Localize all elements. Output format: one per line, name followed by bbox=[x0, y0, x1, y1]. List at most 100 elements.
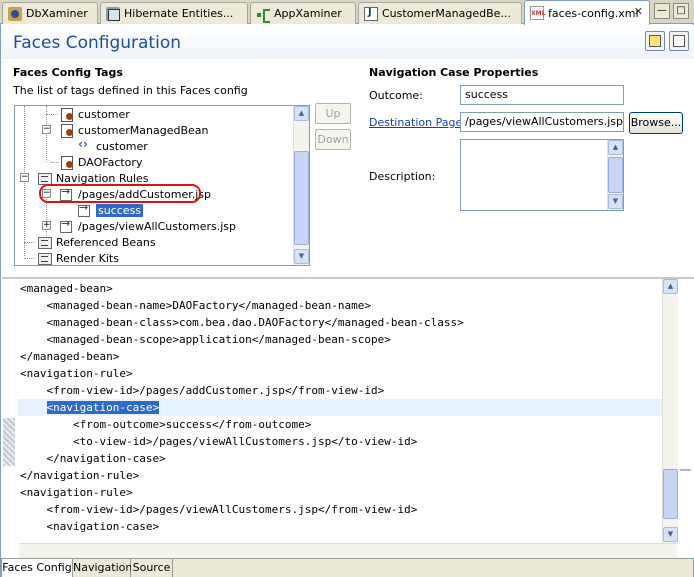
tree-item-referenced-beans[interactable]: Referenced Beans bbox=[37, 234, 156, 250]
code-line[interactable]: <navigation-case> bbox=[20, 518, 159, 535]
code-line-selected[interactable]: <navigation-case> bbox=[20, 399, 160, 416]
tree-item-label: customerManagedBean bbox=[78, 123, 209, 137]
tree-item-customer-property[interactable]: customer bbox=[77, 137, 148, 154]
scroll-up-icon[interactable]: ▲ bbox=[294, 106, 309, 121]
outcome-field[interactable]: success bbox=[460, 85, 624, 105]
page-title: Faces Configuration bbox=[13, 33, 181, 53]
code-line[interactable]: <from-outcome>success</from-outcome> bbox=[20, 416, 311, 433]
xml-source-pane[interactable]: <managed-bean> <managed-bean-name>DAOFac… bbox=[2, 279, 694, 558]
folder-icon bbox=[37, 251, 53, 265]
tab-customer-managed-bean[interactable]: CustomerManagedBe... bbox=[358, 2, 522, 24]
tab-faces-config-page[interactable]: Faces Config bbox=[1, 559, 73, 577]
maximize-button[interactable]: □ bbox=[673, 3, 689, 19]
form-header: Faces Configuration bbox=[2, 25, 694, 59]
tree-connector bbox=[24, 242, 34, 243]
collapse-icon[interactable]: − bbox=[20, 173, 29, 182]
destination-page-field[interactable]: /pages/viewAllCustomers.jsp bbox=[460, 112, 624, 132]
tree-item-label: DAOFactory bbox=[78, 155, 143, 169]
code-line[interactable]: </managed-bean> bbox=[20, 348, 119, 365]
toggle-layout-button[interactable] bbox=[645, 31, 665, 51]
selected-text[interactable]: <navigation-case> bbox=[46, 401, 160, 414]
database-icon bbox=[8, 6, 22, 21]
properties-section-title: Navigation Case Properties bbox=[369, 66, 539, 79]
code-line[interactable]: <from-view-id>/pages/addCustomer.jsp</fr… bbox=[20, 382, 384, 399]
tab-label: Hibernate Entities... bbox=[124, 7, 234, 20]
browse-button[interactable]: Browse... bbox=[629, 112, 683, 134]
code-line[interactable]: <navigation-rule> bbox=[20, 484, 133, 501]
faces-config-editor: Faces Configuration Faces Config Tags Th… bbox=[0, 24, 694, 577]
tree-item-customer-bean[interactable]: customer bbox=[59, 106, 130, 122]
scrollbar-thumb[interactable] bbox=[608, 157, 623, 193]
tab-faces-config[interactable]: faces-config.xml ✕ bbox=[524, 0, 650, 25]
minimize-button[interactable]: — bbox=[654, 3, 670, 19]
tree-item-label: success bbox=[96, 203, 144, 217]
tree-item-success-case[interactable]: success bbox=[77, 201, 144, 218]
hibernate-icon bbox=[106, 6, 120, 21]
editor-tab-strip: DbXaminer Hibernate Entities... AppXamin… bbox=[0, 0, 694, 25]
split-view-button[interactable] bbox=[669, 31, 689, 51]
tab-source-page[interactable]: Source bbox=[131, 559, 173, 577]
faces-config-form: Faces Configuration Faces Config Tags Th… bbox=[2, 25, 694, 278]
app-graph-icon bbox=[256, 7, 270, 23]
bean-icon bbox=[59, 123, 75, 138]
expand-icon[interactable]: + bbox=[42, 221, 51, 230]
code-line[interactable]: <navigation-rule> bbox=[20, 365, 133, 382]
tree-item-render-kits[interactable]: Render Kits bbox=[37, 250, 119, 265]
close-icon[interactable]: ✕ bbox=[634, 5, 643, 18]
xml-file-icon bbox=[530, 6, 545, 20]
tab-dbxaminer[interactable]: DbXaminer bbox=[2, 2, 98, 24]
code-line[interactable]: </navigation-case> bbox=[20, 450, 165, 467]
description-scrollbar[interactable]: ▲ ▼ bbox=[607, 140, 623, 210]
tab-appxaminer[interactable]: AppXaminer bbox=[250, 2, 356, 24]
code-line[interactable]: <managed-bean-name>DAOFactory</managed-b… bbox=[20, 297, 371, 314]
tree-item-view-all-customers-rule[interactable]: /pages/viewAllCustomers.jsp bbox=[59, 217, 236, 234]
code-line[interactable]: <from-view-id>/pages/viewAllCustomers.js… bbox=[20, 501, 417, 518]
code-line[interactable]: <managed-bean> bbox=[20, 280, 113, 297]
overview-ruler[interactable] bbox=[678, 279, 693, 544]
tab-label: CustomerManagedBe... bbox=[382, 7, 511, 20]
destination-page-link[interactable]: Destination Page: bbox=[369, 116, 466, 129]
navigation-case-icon bbox=[77, 201, 93, 217]
code-line[interactable]: <managed-bean-class>com.bea.dao.DAOFacto… bbox=[20, 314, 463, 331]
source-horizontal-scrollbar[interactable] bbox=[19, 543, 677, 558]
scroll-up-icon[interactable]: ▲ bbox=[663, 279, 678, 294]
scrollbar-thumb[interactable] bbox=[663, 469, 678, 519]
navigation-rule-icon bbox=[59, 217, 75, 233]
highlight-annotation bbox=[39, 184, 201, 203]
code-line[interactable]: <to-view-id>/pages/viewAllCustomers.jsp<… bbox=[20, 433, 417, 450]
scroll-down-icon[interactable]: ▼ bbox=[663, 527, 678, 542]
description-field[interactable]: ▲ ▼ bbox=[460, 139, 624, 211]
source-vertical-scrollbar[interactable]: ▲ ▼ bbox=[662, 279, 678, 544]
move-down-button[interactable]: Down bbox=[315, 129, 351, 150]
move-up-button[interactable]: Up bbox=[315, 103, 351, 124]
bean-icon bbox=[59, 155, 75, 170]
tags-section-title: Faces Config Tags bbox=[13, 66, 123, 79]
scrollbar-thumb[interactable] bbox=[294, 151, 309, 245]
tree-item-label: Render Kits bbox=[56, 251, 119, 265]
description-label: Description: bbox=[369, 170, 436, 183]
scroll-down-icon[interactable]: ▼ bbox=[294, 249, 309, 264]
tree-connector bbox=[51, 162, 59, 163]
tree-item-label: Navigation Rules bbox=[56, 171, 149, 185]
tree-item-label: customer bbox=[96, 139, 148, 153]
tree-item-label: Referenced Beans bbox=[56, 235, 156, 249]
outcome-label: Outcome: bbox=[369, 89, 423, 102]
overview-marker[interactable] bbox=[680, 469, 691, 471]
tree-item-daofactory[interactable]: DAOFactory bbox=[59, 154, 142, 170]
code-line[interactable]: <managed-bean-scope>application</managed… bbox=[20, 331, 390, 348]
scroll-up-icon[interactable]: ▲ bbox=[608, 140, 623, 155]
tree-item-label: customer bbox=[78, 107, 130, 121]
collapse-icon[interactable]: − bbox=[42, 125, 51, 134]
folder-icon bbox=[37, 171, 53, 185]
tags-tree[interactable]: customer − customerManagedBean customer … bbox=[14, 105, 310, 266]
code-line[interactable]: </navigation-rule> bbox=[20, 467, 139, 484]
property-icon bbox=[77, 137, 93, 153]
tab-navigation-page[interactable]: Navigation bbox=[73, 559, 132, 577]
tree-scrollbar[interactable]: ▲ ▼ bbox=[293, 106, 309, 265]
java-file-icon bbox=[364, 6, 378, 21]
tab-hibernate-entities[interactable]: Hibernate Entities... bbox=[100, 2, 248, 24]
tree-item-customer-managed-bean[interactable]: customerManagedBean bbox=[59, 122, 209, 138]
scroll-down-icon[interactable]: ▼ bbox=[608, 194, 623, 209]
tree-connector bbox=[24, 258, 34, 259]
bean-icon bbox=[59, 107, 75, 122]
